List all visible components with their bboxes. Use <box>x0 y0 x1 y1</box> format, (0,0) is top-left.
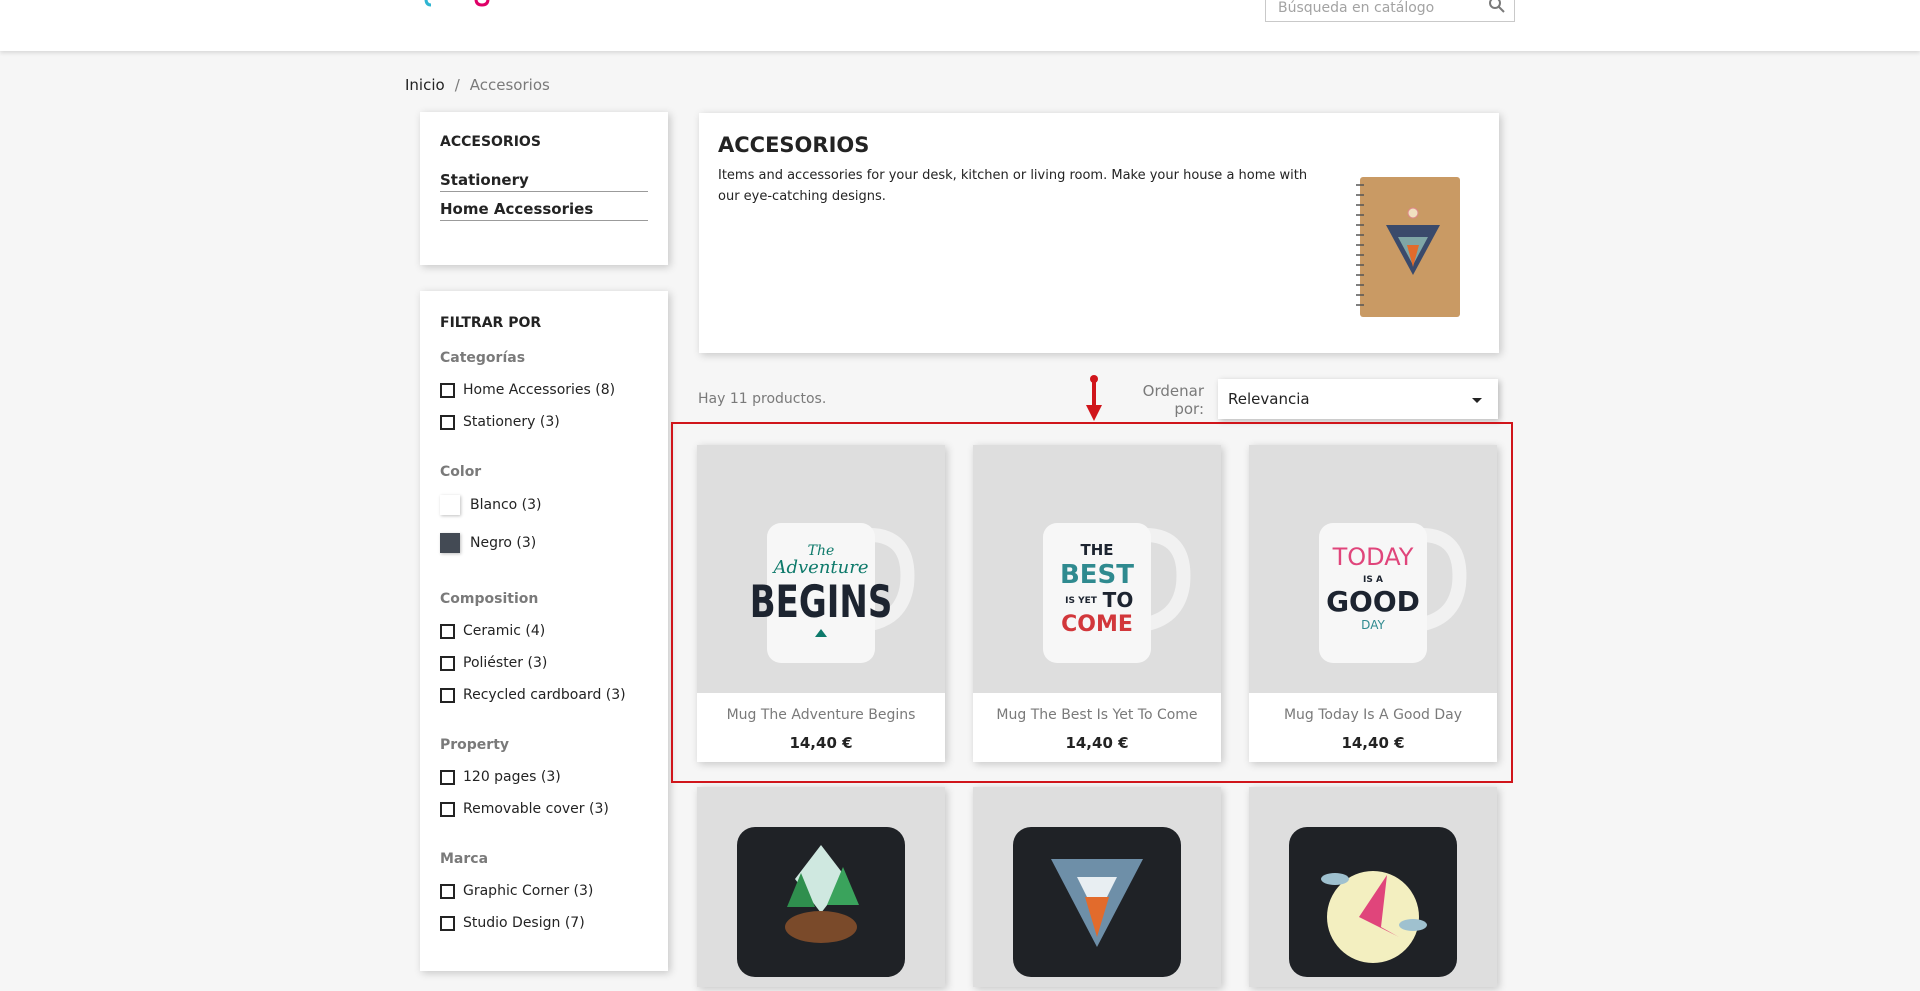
product-image[interactable]: TODAY IS A GOOD DAY <box>1249 445 1497 693</box>
checkbox[interactable] <box>440 382 455 398</box>
product-name[interactable]: Mug The Best Is Yet To Come <box>973 707 1221 723</box>
category-link-stationery[interactable]: Stationery <box>440 171 648 192</box>
facet-title-composition: Composition <box>440 591 539 607</box>
product-card[interactable] <box>973 787 1221 987</box>
mug-text-line: IS A <box>1363 575 1383 585</box>
mug-text-line: BEGINS <box>750 577 893 629</box>
breadcrumb: Inicio / Accesorios <box>405 76 550 94</box>
product-price: 14,40 € <box>789 734 853 752</box>
facet-option-blanco[interactable]: Blanco (3) <box>440 495 542 515</box>
site-header <box>0 0 1920 51</box>
facet-option-ceramic[interactable]: Ceramic (4) <box>440 623 545 639</box>
breadcrumb-separator: / <box>454 76 460 94</box>
facet-title-color: Color <box>440 464 482 480</box>
checkbox[interactable] <box>440 623 455 639</box>
product-count: Hay 11 productos. <box>698 391 827 407</box>
sort-selected-value: Relevancia <box>1228 390 1310 408</box>
breadcrumb-home-link[interactable]: Inicio <box>405 76 445 94</box>
product-image[interactable] <box>973 787 1221 987</box>
product-image[interactable] <box>1249 787 1497 987</box>
category-link-home-accessories[interactable]: Home Accessories <box>440 200 648 221</box>
checkbox[interactable] <box>440 769 455 785</box>
product-card[interactable] <box>1249 787 1497 987</box>
facet-option-stationery[interactable]: Stationery (3) <box>440 414 560 430</box>
product-card[interactable]: The Adventure BEGINS Mug The Adventure B… <box>697 445 945 762</box>
search-box[interactable] <box>1265 0 1515 22</box>
facet-option-negro[interactable]: Negro (3) <box>440 533 536 553</box>
category-tree-title: ACCESORIOS <box>440 134 541 150</box>
product-image[interactable]: The Adventure BEGINS <box>697 445 945 693</box>
product-image[interactable] <box>697 787 945 987</box>
checkbox[interactable] <box>440 414 455 430</box>
facet-title-brand: Marca <box>440 851 489 867</box>
mug-text-line: Adventure <box>771 557 868 578</box>
breadcrumb-current: Accesorios <box>469 76 550 94</box>
mug-text-line: DAY <box>1361 618 1385 632</box>
arrow-down-icon <box>1086 375 1102 421</box>
facet-title-property: Property <box>440 737 510 753</box>
mug-text-line: TODAY <box>1332 543 1414 571</box>
facet-option-home-accessories[interactable]: Home Accessories (8) <box>440 382 615 398</box>
checkbox[interactable] <box>440 801 455 817</box>
facet-option-120-pages[interactable]: 120 pages (3) <box>440 769 561 785</box>
store-logo[interactable] <box>422 0 492 18</box>
category-description: Items and accessories for your desk, kit… <box>718 168 1308 204</box>
sort-label: Ordenar por: <box>1142 382 1204 418</box>
product-name[interactable]: Mug Today Is A Good Day <box>1249 707 1497 723</box>
caret-down-icon <box>1472 398 1482 403</box>
facet-filters: FILTRAR POR Categorías Home Accessories … <box>420 291 668 971</box>
product-card[interactable] <box>697 787 945 987</box>
category-header: ACCESORIOS Items and accessories for you… <box>699 113 1499 353</box>
mug-text-line: COME <box>1061 612 1133 637</box>
mug-text-line: BEST <box>1060 560 1134 590</box>
product-image[interactable]: THE BEST IS YET TO COME <box>973 445 1221 693</box>
facet-option-removable-cover[interactable]: Removable cover (3) <box>440 801 609 817</box>
search-icon[interactable] <box>1488 0 1506 14</box>
product-card[interactable]: TODAY IS A GOOD DAY Mug Today Is A Good … <box>1249 445 1497 762</box>
facet-option-studio-design[interactable]: Studio Design (7) <box>440 915 585 931</box>
checkbox[interactable] <box>440 655 455 671</box>
sort-select[interactable]: Relevancia <box>1218 379 1498 419</box>
mug-text-line: IS YET <box>1065 596 1098 606</box>
checkbox[interactable] <box>440 883 455 899</box>
color-swatch-black[interactable] <box>440 533 460 553</box>
checkbox[interactable] <box>440 915 455 931</box>
product-price: 14,40 € <box>1065 734 1129 752</box>
product-price: 14,40 € <box>1341 734 1405 752</box>
color-swatch-white[interactable] <box>440 495 460 515</box>
category-tree: ACCESORIOS Stationery Home Accessories <box>420 112 668 265</box>
mug-text-line: GOOD <box>1326 585 1420 618</box>
facet-option-recycled-cardboard[interactable]: Recycled cardboard (3) <box>440 687 626 703</box>
category-notebook-image <box>1356 177 1460 317</box>
product-card[interactable]: THE BEST IS YET TO COME Mug The Best Is … <box>973 445 1221 762</box>
facet-option-graphic-corner[interactable]: Graphic Corner (3) <box>440 883 593 899</box>
search-input[interactable] <box>1276 0 1480 21</box>
category-title: ACCESORIOS <box>718 133 870 157</box>
mug-text-line: THE <box>1080 541 1113 559</box>
checkbox[interactable] <box>440 687 455 703</box>
product-name[interactable]: Mug The Adventure Begins <box>697 707 945 723</box>
filters-title: FILTRAR POR <box>440 315 542 331</box>
facet-title-categories: Categorías <box>440 350 526 366</box>
mug-text-line: TO <box>1103 588 1134 612</box>
facet-option-poliester[interactable]: Poliéster (3) <box>440 655 547 671</box>
